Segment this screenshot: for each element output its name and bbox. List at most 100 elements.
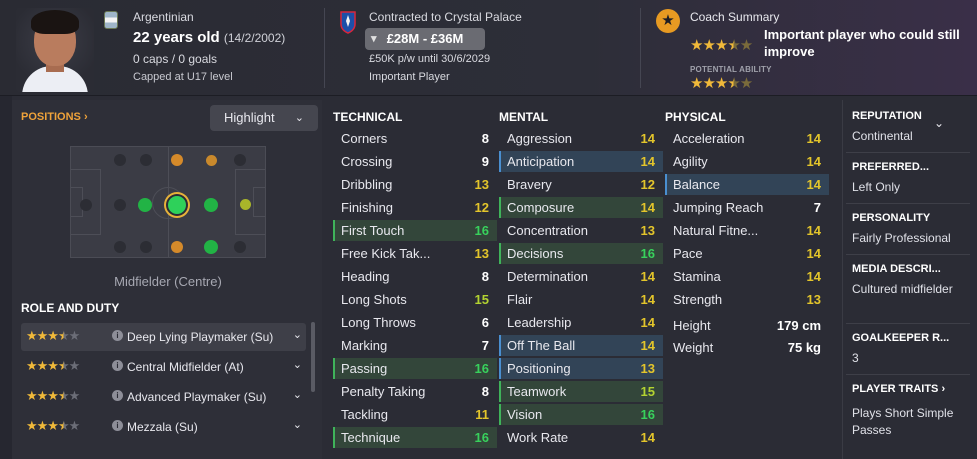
divider bbox=[846, 374, 970, 375]
goalkeeper-rating-value: 3 bbox=[852, 351, 859, 365]
chevron-down-icon[interactable]: ⌄ bbox=[293, 328, 302, 341]
club-crest-icon[interactable] bbox=[339, 10, 357, 34]
attr-strength[interactable]: Strength 13 bbox=[665, 289, 829, 310]
player-traits-value: Plays Short Simple Passes bbox=[852, 406, 954, 437]
position-dot[interactable] bbox=[114, 241, 126, 253]
attr-balance[interactable]: Balance 14 bbox=[665, 174, 829, 195]
highlight-dropdown[interactable]: Highlight ⌄ bbox=[210, 105, 318, 131]
attr-off-the-ball[interactable]: Off The Ball 14 bbox=[499, 335, 663, 356]
preferred-foot-value: Left Only bbox=[852, 180, 901, 194]
attr-first-touch[interactable]: First Touch 16 bbox=[333, 220, 497, 241]
reputation-value: Continental bbox=[852, 129, 913, 143]
wage-info: £50K p/w until 30/6/2029 bbox=[369, 53, 491, 65]
position-dot[interactable] bbox=[206, 155, 217, 166]
position-dot[interactable] bbox=[234, 241, 246, 253]
divider bbox=[324, 8, 325, 88]
player-traits-link[interactable]: PLAYER TRAITS › bbox=[852, 383, 945, 395]
attr-vision[interactable]: Vision 16 bbox=[499, 404, 663, 425]
info-icon[interactable]: i bbox=[112, 390, 123, 401]
attr-anticipation[interactable]: Anticipation 14 bbox=[499, 151, 663, 172]
position-dot[interactable] bbox=[114, 199, 126, 211]
chevron-down-icon[interactable]: ⌄ bbox=[934, 116, 944, 130]
attr-jumping-reach[interactable]: Jumping Reach 7 bbox=[665, 197, 829, 218]
argentina-flag-icon[interactable] bbox=[104, 11, 118, 29]
chevron-right-icon: › bbox=[83, 111, 88, 123]
role-row[interactable]: ★★★★★ i Advanced Playmaker (Su) ⌄ bbox=[21, 383, 306, 411]
attr-determination[interactable]: Determination 14 bbox=[499, 266, 663, 287]
attr-decisions[interactable]: Decisions 16 bbox=[499, 243, 663, 264]
info-icon[interactable]: i bbox=[112, 420, 123, 431]
potential-ability-stars: ★★★★★ bbox=[690, 75, 753, 92]
position-dot[interactable] bbox=[80, 199, 92, 211]
position-dot[interactable] bbox=[171, 241, 183, 253]
positions-link[interactable]: POSITIONS › bbox=[21, 111, 88, 123]
position-dot[interactable] bbox=[140, 154, 152, 166]
position-pitch bbox=[70, 146, 266, 258]
attr-long-shots[interactable]: Long Shots 15 bbox=[333, 289, 497, 310]
attr-marking[interactable]: Marking 7 bbox=[333, 335, 497, 356]
attr-leadership[interactable]: Leadership 14 bbox=[499, 312, 663, 333]
position-dot[interactable] bbox=[204, 240, 218, 254]
natural-position-dot[interactable] bbox=[168, 196, 186, 214]
chevron-down-icon[interactable]: ⌄ bbox=[293, 418, 302, 431]
attr-positioning[interactable]: Positioning 13 bbox=[499, 358, 663, 379]
role-row[interactable]: ★★★★★ i Central Midfielder (At) ⌄ bbox=[21, 353, 306, 381]
media-description-value: Cultured midfielder bbox=[852, 282, 953, 296]
attr-bravery[interactable]: Bravery 12 bbox=[499, 174, 663, 195]
attr-composure[interactable]: Composure 14 bbox=[499, 197, 663, 218]
position-dot[interactable] bbox=[171, 154, 183, 166]
chevron-down-icon: ▾ bbox=[371, 33, 377, 45]
divider bbox=[640, 8, 641, 88]
position-dot[interactable] bbox=[240, 199, 251, 210]
roles-scrollbar[interactable] bbox=[311, 322, 315, 392]
personality-label: PERSONALITY bbox=[852, 212, 931, 224]
attr-natural-fitness[interactable]: Natural Fitne... 14 bbox=[665, 220, 829, 241]
attr-flair[interactable]: Flair 14 bbox=[499, 289, 663, 310]
position-dot[interactable] bbox=[114, 154, 126, 166]
attr-stamina[interactable]: Stamina 14 bbox=[665, 266, 829, 287]
position-name: Midfielder (Centre) bbox=[114, 274, 222, 289]
physical-heading: PHYSICAL bbox=[665, 110, 726, 124]
role-stars: ★★★★★ bbox=[26, 358, 80, 373]
role-row[interactable]: ★★★★★ i Deep Lying Playmaker (Su) ⌄ bbox=[21, 323, 306, 351]
potential-ability-label: POTENTIAL ABILITY bbox=[690, 65, 772, 74]
weight-info: Weight 75 kg bbox=[673, 340, 821, 355]
info-icon[interactable]: i bbox=[112, 360, 123, 371]
goalkeeper-rating-label: GOALKEEPER R... bbox=[852, 332, 950, 344]
attr-crossing[interactable]: Crossing 9 bbox=[333, 151, 497, 172]
attr-concentration[interactable]: Concentration 13 bbox=[499, 220, 663, 241]
attr-pace[interactable]: Pace 14 bbox=[665, 243, 829, 264]
attr-tackling[interactable]: Tackling 11 bbox=[333, 404, 497, 425]
role-stars: ★★★★★ bbox=[26, 418, 80, 433]
technical-heading: TECHNICAL bbox=[333, 110, 403, 124]
attr-teamwork[interactable]: Teamwork 15 bbox=[499, 381, 663, 402]
position-dot[interactable] bbox=[138, 198, 152, 212]
attr-agility[interactable]: Agility 14 bbox=[665, 151, 829, 172]
attr-penalty-taking[interactable]: Penalty Taking 8 bbox=[333, 381, 497, 402]
contract-club[interactable]: Contracted to Crystal Palace bbox=[369, 10, 522, 24]
position-dot[interactable] bbox=[140, 241, 152, 253]
chevron-down-icon[interactable]: ⌄ bbox=[293, 388, 302, 401]
role-row[interactable]: ★★★★★ i Mezzala (Su) ⌄ bbox=[21, 413, 306, 441]
attr-free-kick[interactable]: Free Kick Tak... 13 bbox=[333, 243, 497, 264]
divider bbox=[846, 152, 970, 153]
current-ability-stars: ★★★★★ bbox=[690, 37, 753, 54]
attr-aggression[interactable]: Aggression 14 bbox=[499, 128, 663, 149]
attr-long-throws[interactable]: Long Throws 6 bbox=[333, 312, 497, 333]
squad-status: Important Player bbox=[369, 71, 450, 83]
attr-finishing[interactable]: Finishing 12 bbox=[333, 197, 497, 218]
position-dot[interactable] bbox=[204, 198, 218, 212]
attr-corners[interactable]: Corners 8 bbox=[333, 128, 497, 149]
attr-passing[interactable]: Passing 16 bbox=[333, 358, 497, 379]
divider bbox=[846, 323, 970, 324]
transfer-value-badge[interactable]: ▾ £28M - £36M bbox=[365, 28, 485, 50]
attr-technique[interactable]: Technique 16 bbox=[333, 427, 497, 448]
chevron-down-icon[interactable]: ⌄ bbox=[293, 358, 302, 371]
coach-summary-title[interactable]: Coach Summary bbox=[690, 10, 779, 24]
attr-acceleration[interactable]: Acceleration 14 bbox=[665, 128, 829, 149]
attr-dribbling[interactable]: Dribbling 13 bbox=[333, 174, 497, 195]
attr-work-rate[interactable]: Work Rate 14 bbox=[499, 427, 663, 448]
position-dot[interactable] bbox=[234, 154, 246, 166]
info-icon[interactable]: i bbox=[112, 330, 123, 341]
attr-heading[interactable]: Heading 8 bbox=[333, 266, 497, 287]
